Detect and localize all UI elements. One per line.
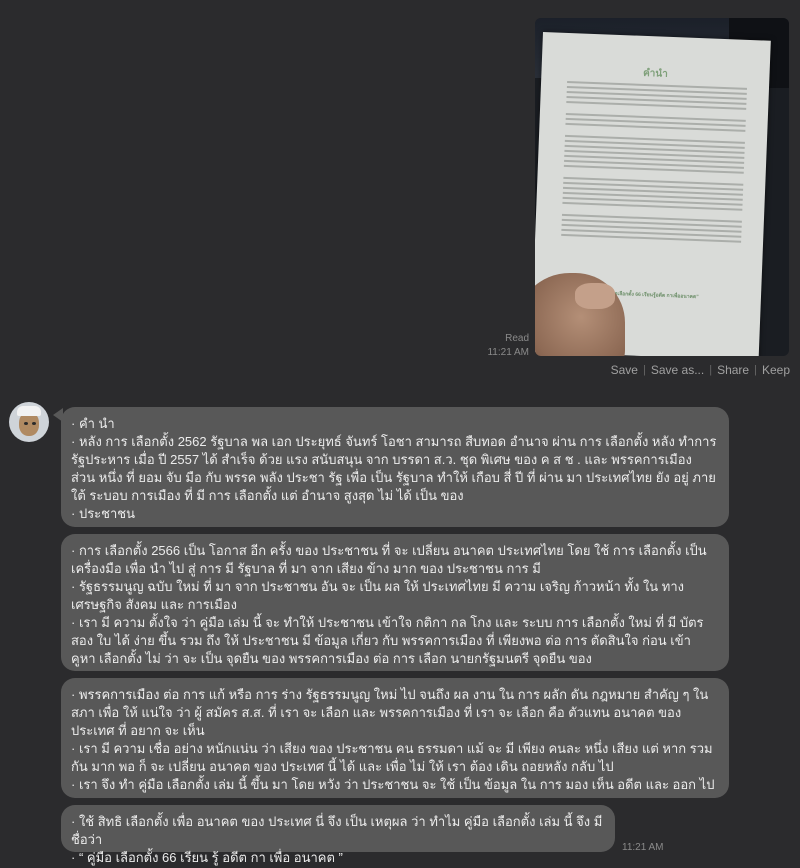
message-line: · เรา จึง ทำ คู่มือ เลือกตั้ง เล่ม นี้ ข… bbox=[71, 777, 715, 792]
sent-time: 11:21 AM bbox=[487, 347, 529, 358]
action-separator: | bbox=[754, 364, 757, 376]
avatar-eye bbox=[32, 422, 36, 425]
image-actions: Save | Save as... | Share | Keep bbox=[605, 363, 790, 377]
keep-button[interactable]: Keep bbox=[762, 363, 790, 377]
message-line: · การ เลือกตั้ง 2566 เป็น โอกาส อีก ครั้… bbox=[71, 543, 707, 576]
share-button[interactable]: Share bbox=[717, 363, 749, 377]
message-line: · รัฐธรรมนูญ ฉบับ ใหม่ ที่ มา จาก ประชาช… bbox=[71, 579, 685, 612]
read-status: Read bbox=[505, 333, 529, 344]
photo-page-text bbox=[561, 80, 748, 246]
message-bubble[interactable]: · ใช้ สิทธิ เลือกตั้ง เพื่อ อนาคต ของ ปร… bbox=[61, 805, 615, 865]
message-bubble[interactable]: · พรรคการเมือง ต่อ การ แก้ หรือ การ ร่าง… bbox=[61, 678, 729, 798]
message-line: · พรรคการเมือง ต่อ การ แก้ หรือ การ ร่าง… bbox=[71, 687, 709, 738]
sent-meta: Read 11:21 AM bbox=[487, 332, 529, 360]
message-line: · “ คู่มือ เลือกตั้ง 66 เรียน รู้ อดีต ก… bbox=[71, 850, 343, 865]
message-bubble[interactable]: · การ เลือกตั้ง 2566 เป็น โอกาส อีก ครั้… bbox=[61, 534, 729, 671]
message-bubble[interactable]: · คำ นำ · หลัง การ เลือกตั้ง 2562 รัฐบาล… bbox=[61, 407, 729, 527]
sent-photo[interactable]: คำนำ “คู่มือเลือกตั้ง 66 เรียนรู้อดีต กา… bbox=[535, 18, 789, 356]
avatar-hat bbox=[17, 406, 41, 416]
save-as-button[interactable]: Save as... bbox=[651, 363, 704, 377]
action-separator: | bbox=[642, 364, 646, 376]
message-line: · ประชาชน bbox=[71, 506, 135, 521]
message-line: · เรา มี ความ ตั้งใจ ว่า คู่มือ เล่ม นี้… bbox=[71, 615, 704, 666]
message-line: · ใช้ สิทธิ เลือกตั้ง เพื่อ อนาคต ของ ปร… bbox=[71, 814, 603, 847]
message-line: · คำ นำ bbox=[71, 416, 115, 431]
received-time: 11:21 AM bbox=[622, 842, 664, 853]
avatar-eye bbox=[24, 422, 28, 425]
save-button[interactable]: Save bbox=[611, 363, 638, 377]
contact-avatar[interactable] bbox=[9, 402, 49, 442]
photo-thumb bbox=[575, 283, 615, 309]
message-line: · เรา มี ความ เชื่อ อย่าง หนักแน่น ว่า เ… bbox=[71, 741, 713, 774]
action-separator: | bbox=[709, 364, 713, 376]
message-line: · หลัง การ เลือกตั้ง 2562 รัฐบาล พล เอก … bbox=[71, 434, 717, 503]
